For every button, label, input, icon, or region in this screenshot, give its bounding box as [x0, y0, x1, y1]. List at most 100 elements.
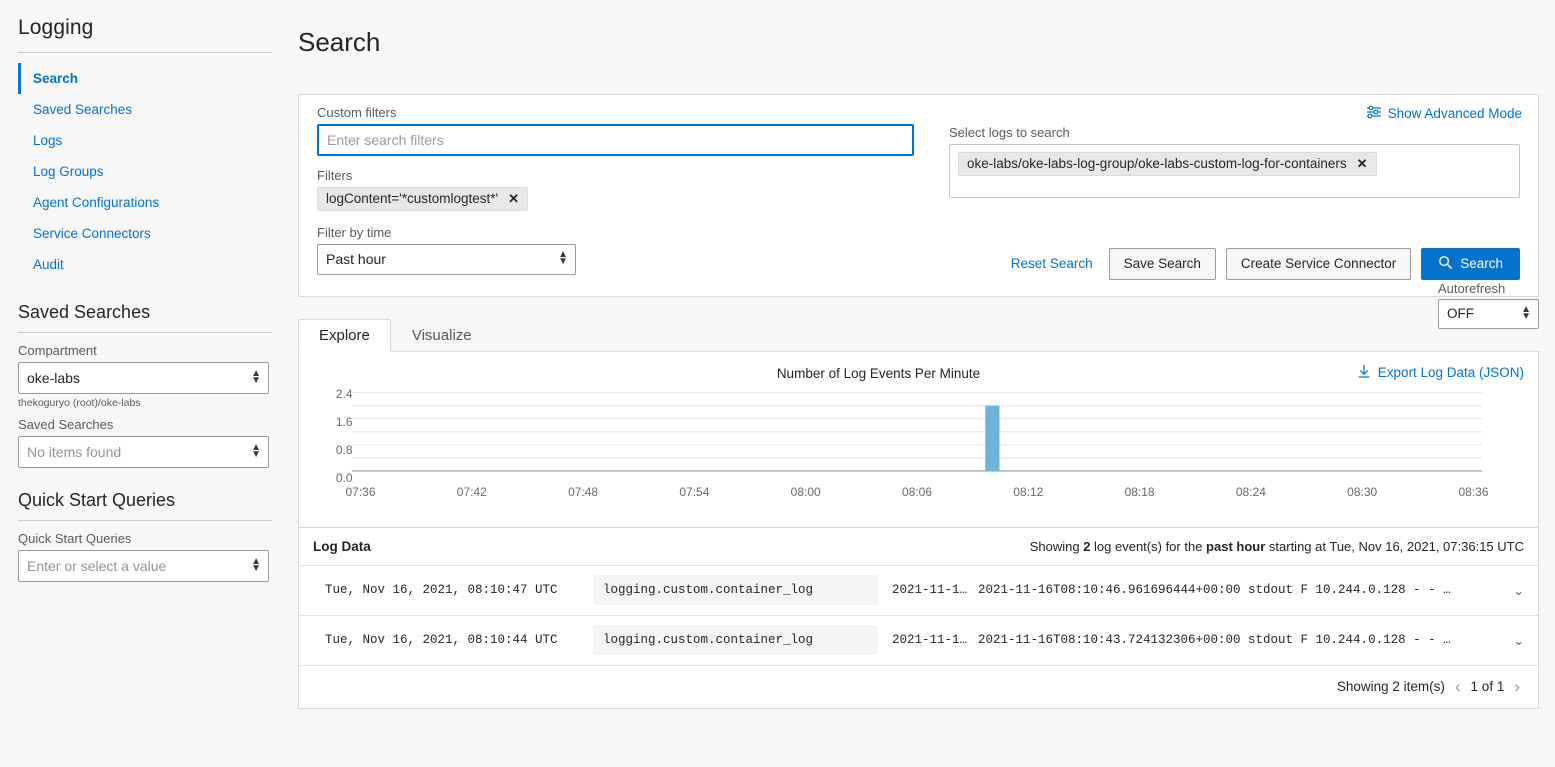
custom-filters-label: Custom filters — [317, 104, 397, 120]
sidebar: Logging Search Saved Searches Logs Log G… — [0, 0, 290, 767]
saved-searches-value: No items found — [27, 444, 122, 460]
sidebar-title: Logging — [18, 16, 94, 39]
autorefresh-label: Autorefresh — [1438, 280, 1506, 296]
close-icon[interactable]: ✕ — [1357, 156, 1368, 172]
select-logs-label: Select logs to search — [949, 124, 1070, 140]
tab-visualize[interactable]: Visualize — [391, 319, 493, 352]
page-title: Search — [298, 27, 381, 58]
svg-text:08:00: 08:00 — [791, 485, 821, 499]
tab-explore[interactable]: Explore — [298, 318, 391, 352]
custom-filters-input[interactable]: Enter search filters — [317, 123, 914, 156]
pagination-showing: Showing 2 item(s) — [1336, 679, 1445, 695]
svg-text:08:24: 08:24 — [1236, 485, 1266, 499]
selected-log-label: oke-labs/oke-labs-log-group/oke-labs-cus… — [967, 156, 1347, 172]
svg-text:08:06: 08:06 — [902, 485, 932, 499]
chevron-updown-icon: ▲ ▼ — [558, 249, 568, 268]
sidebar-item-agent-configurations[interactable]: Agent Configurations — [18, 187, 272, 218]
save-search-button[interactable]: Save Search — [1108, 247, 1216, 280]
log-data-title: Log Data — [313, 538, 371, 554]
sidebar-item-log-groups[interactable]: Log Groups — [18, 156, 272, 187]
chart-axis-labels: 0.0 0.8 1.6 2.4 07:36 07:42 07:48 07:54 08:00 08:… — [336, 387, 1489, 499]
svg-text:08:30: 08:30 — [1347, 485, 1377, 499]
log-events-chart: Number of Log Events Per Minute Export L… — [299, 352, 1538, 527]
filter-chip[interactable]: logContent='*customlogtest*' ✕ — [317, 186, 529, 211]
show-advanced-mode-label: Show Advanced Mode — [1387, 105, 1522, 121]
log-data-summary: Showing 2 log event(s) for the past hour… — [1030, 539, 1524, 554]
filter-chip-label: logContent='*customlogtest*' — [326, 191, 499, 207]
filters-label: Filters — [317, 167, 353, 183]
show-advanced-mode-button[interactable]: Show Advanced Mode — [1366, 105, 1522, 122]
results-section: Autorefresh OFF ▲ ▼ Explore Visualize Num… — [298, 281, 1539, 709]
compartment-helper-text: thekoguryo (root)/oke-labs — [18, 397, 141, 409]
sidebar-divider-top — [18, 52, 272, 53]
svg-text:07:54: 07:54 — [679, 485, 709, 499]
svg-text:07:36: 07:36 — [345, 485, 375, 499]
svg-text:0.8: 0.8 — [336, 443, 353, 457]
sidebar-item-audit[interactable]: Audit — [18, 249, 272, 280]
autorefresh-control: Autorefresh OFF ▲ ▼ — [1438, 281, 1539, 329]
saved-searches-label: Saved Searches — [18, 417, 114, 432]
log-row-date: 2021-11-1… — [892, 633, 968, 648]
autorefresh-value: OFF — [1447, 306, 1474, 322]
autorefresh-select[interactable]: OFF ▲ ▼ — [1438, 298, 1539, 329]
create-service-connector-button[interactable]: Create Service Connector — [1225, 247, 1412, 280]
svg-text:1.6: 1.6 — [336, 415, 353, 429]
next-page-button[interactable]: › — [1514, 677, 1520, 697]
chevron-down-icon[interactable]: ⌄ — [1504, 583, 1524, 598]
quick-start-select[interactable]: Enter or select a value ▲ ▼ — [18, 550, 269, 582]
quick-start-label: Quick Start Queries — [18, 531, 132, 546]
sidebar-item-saved-searches[interactable]: Saved Searches — [18, 94, 272, 125]
compartment-label: Compartment — [18, 343, 97, 358]
search-button[interactable]: Search — [1421, 247, 1520, 280]
svg-text:07:48: 07:48 — [568, 485, 598, 499]
search-button-label: Search — [1460, 256, 1503, 272]
close-icon[interactable]: ✕ — [508, 191, 519, 207]
chevron-updown-icon: ▲ ▼ — [251, 442, 261, 460]
search-icon — [1438, 255, 1453, 273]
search-panel: Show Advanced Mode Custom filters Enter … — [298, 93, 1539, 297]
sidebar-divider-saved — [18, 332, 272, 333]
svg-text:0.0: 0.0 — [336, 471, 353, 485]
sidebar-item-search[interactable]: Search — [18, 63, 272, 94]
svg-text:08:12: 08:12 — [1013, 485, 1043, 499]
svg-text:08:18: 08:18 — [1125, 485, 1155, 499]
selected-log-chip[interactable]: oke-labs/oke-labs-log-group/oke-labs-cus… — [958, 151, 1377, 176]
prev-page-button[interactable]: ‹ — [1455, 677, 1461, 697]
filter-by-time-select[interactable]: Past hour ▲ ▼ — [317, 243, 576, 275]
app-root: Logging Search Saved Searches Logs Log G… — [0, 0, 1555, 767]
table-row[interactable]: Tue, Nov 16, 2021, 08:10:47 UTC logging.… — [299, 564, 1538, 615]
summary-prefix: Showing — [1029, 538, 1084, 554]
log-row-source: logging.custom.container_log — [593, 625, 878, 656]
log-data-header: Log Data Showing 2 log event(s) for the … — [299, 526, 1538, 565]
quick-start-value: Enter or select a value — [27, 558, 167, 574]
quick-start-heading: Quick Start Queries — [18, 490, 176, 510]
log-row-date: 2021-11-1… — [892, 583, 968, 598]
custom-filters-placeholder: Enter search filters — [327, 131, 444, 148]
table-row[interactable]: Tue, Nov 16, 2021, 08:10:44 UTC logging.… — [299, 614, 1538, 665]
compartment-select[interactable]: oke-labs ▲ ▼ — [18, 362, 269, 394]
compartment-value: oke-labs — [27, 370, 80, 386]
saved-searches-heading: Saved Searches — [18, 302, 151, 322]
log-row-message: 2021-11-16T08:10:43.724132306+00:00 stdo… — [978, 633, 1451, 648]
pagination: Showing 2 item(s) ‹ 1 of 1 › — [299, 664, 1538, 708]
summary-range: past hour — [1206, 538, 1266, 554]
filter-by-time-value: Past hour — [326, 251, 386, 268]
results-tabs: Explore Visualize — [298, 318, 1539, 352]
chevron-updown-icon: ▲ ▼ — [1521, 303, 1531, 322]
reset-search-button[interactable]: Reset Search — [1005, 256, 1099, 271]
search-actions: Reset Search Save Search Create Service … — [949, 247, 1520, 280]
svg-text:08:36: 08:36 — [1458, 485, 1488, 499]
select-logs-box[interactable]: oke-labs/oke-labs-log-group/oke-labs-cus… — [949, 143, 1520, 198]
log-row-message: 2021-11-16T08:10:46.961696444+00:00 stdo… — [978, 583, 1451, 598]
chevron-down-icon[interactable]: ⌄ — [1504, 633, 1524, 648]
saved-searches-select[interactable]: No items found ▲ ▼ — [18, 436, 269, 468]
sidebar-divider-quickstart — [18, 520, 272, 521]
search-panel-columns: Custom filters Enter search filters Filt… — [317, 105, 1520, 280]
chevron-updown-icon: ▲ ▼ — [251, 556, 261, 574]
chevron-updown-icon: ▲ ▼ — [251, 368, 261, 386]
main-content: Search Show Advanced Mode Custom filters — [290, 0, 1555, 767]
results-panel: Number of Log Events Per Minute Export L… — [298, 350, 1539, 709]
summary-suffix: starting at Tue, Nov 16, 2021, 07:36:15 … — [1265, 538, 1524, 554]
sidebar-item-service-connectors[interactable]: Service Connectors — [18, 218, 272, 249]
sidebar-item-logs[interactable]: Logs — [18, 125, 272, 156]
